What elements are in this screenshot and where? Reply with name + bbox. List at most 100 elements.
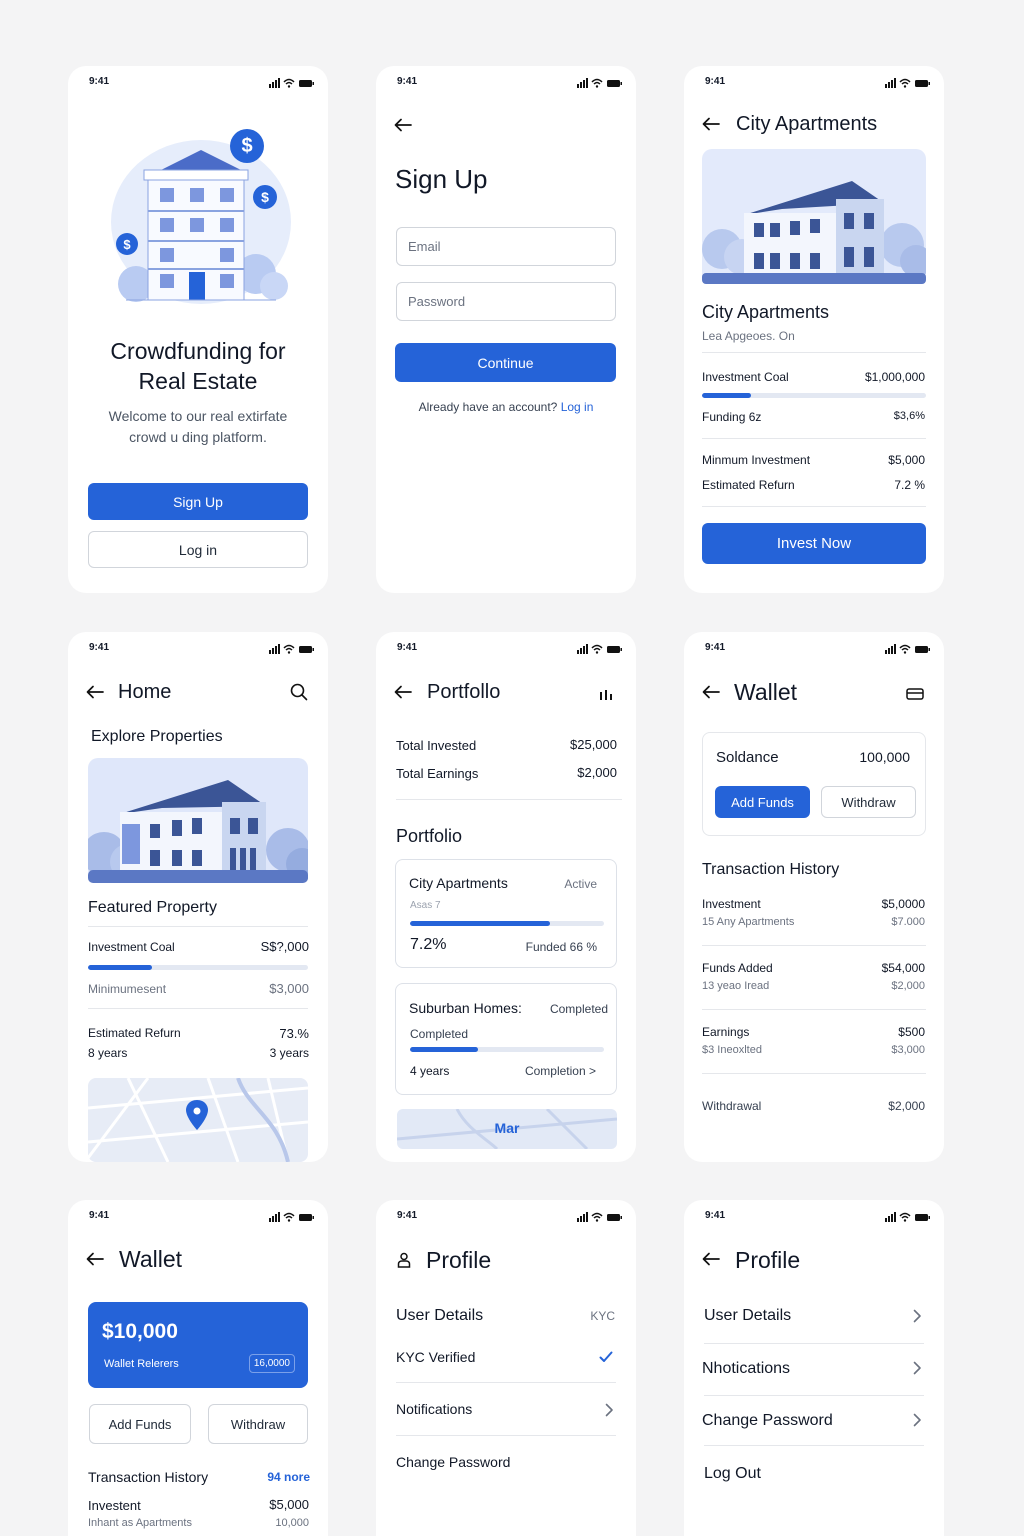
- invest-now-button[interactable]: Invest Now: [702, 523, 926, 564]
- transaction-title: Funds Added: [702, 961, 773, 975]
- status-icons: [577, 78, 623, 88]
- investment-goal-value: $1,000,000: [864, 370, 925, 384]
- funding-value: $3,6%: [893, 410, 925, 422]
- portfolio-card[interactable]: Suburban Homes: Completed Completed 4 ye…: [395, 983, 617, 1095]
- card-title: Suburban Homes:: [409, 1000, 522, 1016]
- screen-portfolio: 9:41 Portfollo Total Invested $25,000 To…: [376, 632, 636, 1162]
- investment-goal-label: Investment Coal: [88, 940, 175, 954]
- withdraw-button[interactable]: Withdraw: [821, 786, 916, 818]
- have-account-text: Already have an account? Log in: [376, 400, 636, 414]
- term-right: 3 years: [269, 1046, 309, 1060]
- welcome-title-line: Real Estate: [138, 368, 258, 394]
- bar-chart-icon[interactable]: [599, 688, 613, 700]
- wallet-balance-card: $10,000 Wallet Relerers 16,0000: [88, 1302, 308, 1388]
- add-funds-button[interactable]: Add Funds: [89, 1404, 191, 1444]
- wallet-icon[interactable]: [906, 688, 924, 700]
- card-subtitle: Asas 7: [410, 900, 441, 911]
- status-badge: Completed: [549, 1002, 608, 1016]
- back-arrow-icon[interactable]: [86, 1252, 104, 1266]
- log-in-link[interactable]: Log in: [561, 400, 594, 414]
- user-details-item[interactable]: User Details: [704, 1307, 791, 1325]
- status-icons: [577, 644, 623, 654]
- transaction-sub-amount: $2,000: [891, 980, 925, 992]
- status-time: 9:41: [705, 642, 726, 653]
- balance-value: 100,000: [859, 749, 910, 765]
- divider: [704, 1343, 924, 1344]
- back-arrow-icon[interactable]: [86, 685, 104, 699]
- divider: [702, 506, 926, 507]
- page-title: Sign Up: [395, 164, 488, 194]
- card-funded: Funded 66 %: [525, 940, 597, 954]
- log-out-item[interactable]: Log Out: [704, 1465, 761, 1483]
- dollar-coin-icon: $: [253, 185, 277, 209]
- user-details-label[interactable]: User Details: [396, 1307, 483, 1325]
- divider: [702, 945, 926, 946]
- screen-property-detail: 9:41 City Apartments City Apartments Lea…: [684, 66, 944, 593]
- divider: [704, 1395, 924, 1396]
- term-left: 8 years: [88, 1046, 128, 1060]
- total-earnings-value: $2,000: [577, 765, 617, 780]
- transaction-subtitle: Inhant as Apartments: [88, 1517, 192, 1529]
- search-icon[interactable]: [290, 683, 308, 701]
- page-title: Profile: [735, 1247, 801, 1273]
- divider: [702, 438, 926, 439]
- property-image[interactable]: [88, 758, 308, 883]
- divider: [702, 1073, 926, 1074]
- progress-fill: [410, 1047, 478, 1052]
- card-progress-bar: [410, 1047, 604, 1052]
- progress-fill: [88, 965, 152, 970]
- password-field[interactable]: Password: [396, 282, 616, 321]
- withdraw-button[interactable]: Withdraw: [208, 1404, 308, 1444]
- transaction-sub-amount: $7.000: [891, 916, 925, 928]
- add-funds-button[interactable]: Add Funds: [715, 786, 810, 818]
- estimated-return-value: 73.%: [279, 1026, 309, 1041]
- completion-link[interactable]: Completion >: [525, 1064, 596, 1078]
- change-password-item[interactable]: Change Password: [702, 1412, 833, 1430]
- transaction-subtitle: 15 Any Apartments: [702, 916, 795, 928]
- sign-up-button[interactable]: Sign Up: [88, 483, 308, 520]
- progress-fill: [702, 393, 752, 398]
- continue-button[interactable]: Continue: [395, 343, 616, 382]
- status-bar: 9:41: [68, 642, 328, 656]
- status-icons: [269, 644, 315, 654]
- minimum-investment-label: Minmum Investment: [702, 453, 811, 467]
- estimated-return-value: 7.2 %: [894, 478, 925, 492]
- map-button[interactable]: Mar: [397, 1109, 617, 1149]
- investment-goal-value: S$?,000: [260, 939, 309, 954]
- funding-label: Funding 6z: [702, 410, 762, 424]
- screen-sign-up: 9:41 Sign Up Email Password Continue Alr…: [376, 66, 636, 593]
- back-arrow-icon[interactable]: [394, 118, 412, 132]
- divider: [88, 1008, 308, 1009]
- email-field[interactable]: Email: [396, 227, 616, 266]
- see-more-link[interactable]: 94 nore: [267, 1470, 310, 1484]
- funding-progress-bar: [88, 965, 308, 970]
- notifications-item[interactable]: Nhotications: [702, 1360, 790, 1378]
- portfolio-card[interactable]: City Apartments Active Asas 7 7.2% Funde…: [395, 859, 617, 968]
- estimated-return-label: Estimated Refurn: [88, 1026, 181, 1040]
- back-arrow-icon[interactable]: [702, 117, 720, 131]
- wallet-balance: $10,000: [102, 1320, 178, 1343]
- status-bar: 9:41: [376, 1210, 636, 1224]
- change-password-item[interactable]: Change Password: [396, 1454, 510, 1470]
- log-in-button[interactable]: Log in: [88, 531, 308, 568]
- status-bar: 9:41: [68, 76, 328, 90]
- chevron-right-icon: [912, 1361, 922, 1375]
- transaction-amount: $2,000: [888, 1099, 925, 1113]
- back-arrow-icon[interactable]: [702, 1252, 720, 1266]
- back-arrow-icon[interactable]: [394, 685, 412, 699]
- map-preview[interactable]: [88, 1078, 308, 1162]
- status-time: 9:41: [397, 1210, 418, 1221]
- divider: [88, 926, 308, 927]
- total-invested-label: Total Invested: [396, 738, 477, 753]
- status-time: 9:41: [705, 76, 726, 87]
- transaction-amount: $500: [898, 1025, 925, 1039]
- minimum-investment-value: $5,000: [888, 453, 925, 467]
- wallet-card-badge: 16,0000: [248, 1354, 295, 1373]
- status-bar: 9:41: [684, 76, 944, 90]
- status-bar: 9:41: [684, 642, 944, 656]
- back-arrow-icon[interactable]: [702, 685, 720, 699]
- notifications-item[interactable]: Notifications: [396, 1401, 472, 1417]
- transaction-history-title: Transaction History: [702, 861, 840, 878]
- screen-home: 9:41 Home Explore Properties Featured Pr…: [68, 632, 328, 1162]
- status-bar: 9:41: [68, 1210, 328, 1224]
